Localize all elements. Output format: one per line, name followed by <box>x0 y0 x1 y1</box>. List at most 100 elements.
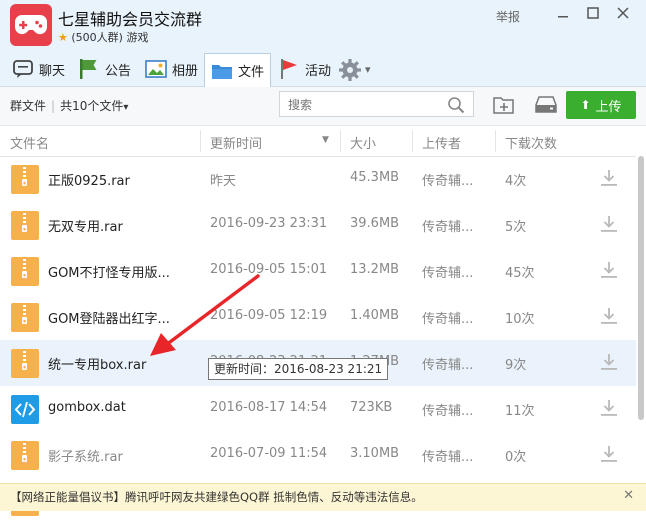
file-updated-time: 昨天 <box>210 174 237 189</box>
chevron-down-icon: ▾ <box>365 62 371 76</box>
file-size: 1.40MB <box>350 308 400 323</box>
file-count-dropdown[interactable]: 共10个文件▾ <box>60 99 128 113</box>
group-name: 七星辅助会员交流群 <box>58 10 203 29</box>
group-size-category: (500人群) 游戏 <box>71 31 149 44</box>
file-table-header: 文件名 更新时间 ▼ 大小 上传者 下载次数 <box>0 126 636 157</box>
notice-text[interactable]: 【网络正能量倡议书】腾讯呼吁网友共建绿色QQ群 抵制色情、反动等违法信息。 <box>10 489 423 505</box>
tab-announcement[interactable]: 公告 <box>78 54 131 84</box>
file-row[interactable]: 影子系统.rar 2016-07-09 11:54 3.10MB 传奇辅... … <box>0 432 636 478</box>
breadcrumb: 群文件 | 共10个文件▾ <box>10 97 128 114</box>
storage-icon[interactable] <box>535 95 557 119</box>
download-icon[interactable] <box>600 169 618 191</box>
file-download-count: 11次 <box>505 404 535 419</box>
tab-chat-label: 聊天 <box>39 63 66 79</box>
maximize-icon <box>587 7 599 19</box>
file-name: 无双专用.rar <box>48 220 123 235</box>
pennant-icon <box>278 58 300 80</box>
search-input[interactable] <box>286 93 440 117</box>
column-header-size[interactable]: 大小 <box>350 133 376 152</box>
file-name: gombox.dat <box>48 400 126 415</box>
file-updated-time: 2016-09-23 23:31 <box>210 216 328 231</box>
upload-button[interactable]: ⬆ 上传 <box>566 91 636 119</box>
column-header-uploader[interactable]: 上传者 <box>422 133 461 152</box>
file-name: GOM登陆器出红字... <box>48 312 170 327</box>
minimize-button[interactable] <box>548 4 578 28</box>
maximize-button[interactable] <box>578 4 608 28</box>
zip-file-icon <box>11 303 39 332</box>
file-download-count: 9次 <box>505 358 527 373</box>
update-time-tooltip: 更新时间：2016-08-23 21:21 <box>208 358 389 380</box>
tab-album-label: 相册 <box>172 63 199 79</box>
search-box <box>279 91 474 117</box>
column-header-time[interactable]: 更新时间 <box>210 133 262 152</box>
tab-files[interactable]: 文件 <box>204 53 272 87</box>
file-count-label: 共10个文件 <box>60 99 124 113</box>
settings-menu[interactable]: ▾ <box>338 54 371 84</box>
vertical-scrollbar[interactable] <box>636 156 646 486</box>
file-updated-time: 2016-08-17 14:54 <box>210 400 328 415</box>
group-avatar[interactable] <box>10 4 52 46</box>
file-row[interactable]: 正版0925.rar 昨天 45.3MB 传奇辅... 4次 <box>0 156 636 202</box>
file-name: GOM不打怪专用版... <box>48 266 170 281</box>
file-row[interactable]: GOM登陆器出红字... 2016-09-05 12:19 1.40MB 传奇辅… <box>0 294 636 340</box>
file-uploader: 传奇辅... <box>422 174 474 189</box>
sort-desc-icon[interactable]: ▼ <box>322 135 329 145</box>
zip-file-icon <box>11 165 39 194</box>
file-size: 39.6MB <box>350 216 400 231</box>
column-header-name[interactable]: 文件名 <box>10 133 49 152</box>
zip-file-icon <box>11 211 39 240</box>
tab-announcement-label: 公告 <box>105 63 132 79</box>
file-download-count: 10次 <box>505 312 535 327</box>
file-row[interactable]: GOM不打怪专用版... 2016-09-05 15:01 13.2MB 传奇辅… <box>0 248 636 294</box>
breadcrumb-root[interactable]: 群文件 <box>10 99 46 113</box>
file-updated-time: 2016-07-09 11:54 <box>210 446 328 461</box>
file-size: 723KB <box>350 400 393 415</box>
file-uploader: 传奇辅... <box>422 358 474 373</box>
group-nav: 聊天 公告 相册 文件 活动 ▾ <box>0 50 646 87</box>
download-icon[interactable] <box>600 353 618 375</box>
download-icon[interactable] <box>600 445 618 467</box>
breadcrumb-separator: | <box>51 99 56 113</box>
file-name: 影子系统.rar <box>48 450 123 465</box>
file-updated-time: 2016-09-05 12:19 <box>210 308 328 323</box>
zip-file-icon <box>11 441 39 470</box>
file-name: 正版0925.rar <box>48 174 130 189</box>
tab-activity[interactable]: 活动 <box>278 54 331 84</box>
file-row[interactable]: gombox.dat 2016-08-17 14:54 723KB 传奇辅...… <box>0 386 636 432</box>
download-icon[interactable] <box>600 399 618 421</box>
file-name: 统一专用box.rar <box>48 358 147 373</box>
column-divider <box>340 130 341 152</box>
zip-file-icon <box>11 349 39 378</box>
close-icon[interactable]: ✕ <box>623 488 634 503</box>
search-icon[interactable] <box>447 96 465 118</box>
tab-activity-label: 活动 <box>305 63 332 79</box>
code-file-icon <box>11 395 39 424</box>
photo-icon <box>145 58 167 80</box>
close-button[interactable] <box>608 4 638 28</box>
download-icon[interactable] <box>600 307 618 329</box>
column-header-downloads[interactable]: 下载次数 <box>505 133 557 152</box>
download-icon[interactable] <box>600 261 618 283</box>
file-updated-time: 2016-09-05 15:01 <box>210 262 328 277</box>
report-button[interactable]: 举报 <box>496 8 520 25</box>
file-row[interactable]: 无双专用.rar 2016-09-23 23:31 39.6MB 传奇辅... … <box>0 202 636 248</box>
tab-chat[interactable]: 聊天 <box>12 54 65 84</box>
title-bar: 七星辅助会员交流群 ★ (500人群) 游戏 举报 <box>0 0 646 50</box>
column-divider <box>200 130 201 152</box>
minimize-icon <box>558 16 568 18</box>
file-uploader: 传奇辅... <box>422 312 474 327</box>
scrollbar-thumb[interactable] <box>638 156 644 420</box>
files-toolbar: 群文件 | 共10个文件▾ ⬆ 上传 <box>0 87 646 126</box>
file-uploader: 传奇辅... <box>422 404 474 419</box>
new-folder-icon[interactable] <box>493 95 515 119</box>
upload-arrow-icon: ⬆ <box>580 98 591 112</box>
gamepad-icon <box>15 15 47 35</box>
chevron-down-icon: ▾ <box>123 102 129 113</box>
download-icon[interactable] <box>600 215 618 237</box>
file-uploader: 传奇辅... <box>422 266 474 281</box>
column-divider <box>495 130 496 152</box>
tab-files-label: 文件 <box>238 65 265 80</box>
flag-icon <box>78 58 100 80</box>
tab-album[interactable]: 相册 <box>145 54 198 84</box>
upload-button-label: 上传 <box>595 99 622 115</box>
